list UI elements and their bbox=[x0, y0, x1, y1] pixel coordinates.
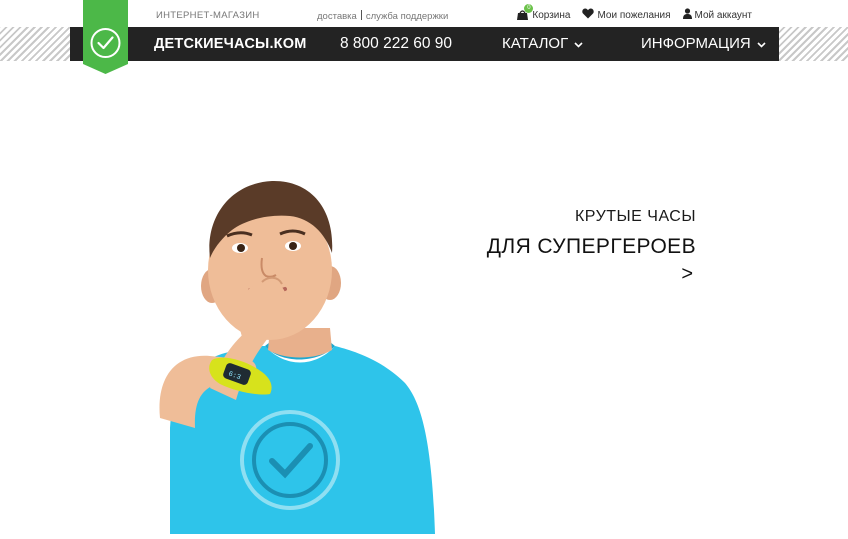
hero-title-line2: ДЛЯ СУПЕРГЕРОЕВ bbox=[486, 235, 696, 258]
catalog-label: КАТАЛОГ bbox=[502, 35, 569, 52]
top-links: доставка служба поддержки bbox=[317, 10, 448, 22]
shop-label: ИНТЕРНЕТ-МАГАЗИН bbox=[156, 10, 260, 21]
left-stripe-decoration bbox=[0, 27, 70, 61]
catalog-menu[interactable]: КАТАЛОГ bbox=[502, 35, 583, 52]
link-divider bbox=[360, 10, 362, 20]
cart-icon: 0 bbox=[516, 4, 534, 21]
right-stripe-decoration bbox=[779, 27, 848, 61]
account-label: Мой аккаунт bbox=[694, 9, 752, 21]
chevron-down-icon bbox=[574, 35, 583, 52]
wishlist-link[interactable]: Мои пожелания bbox=[582, 8, 671, 22]
wishlist-label: Мои пожелания bbox=[597, 9, 671, 21]
phone-number[interactable]: 8 800 222 60 90 bbox=[340, 35, 452, 53]
hero-child-image: 6:3 bbox=[150, 178, 440, 534]
info-label: ИНФОРМАЦИЯ bbox=[641, 35, 751, 52]
heart-icon bbox=[582, 8, 595, 22]
hero-title-line1: КРУТЫЕ ЧАСЫ bbox=[574, 208, 696, 225]
logo-badge[interactable] bbox=[83, 0, 128, 74]
cart-label: Корзина bbox=[532, 9, 571, 21]
chevron-down-icon bbox=[757, 35, 766, 52]
user-icon bbox=[682, 8, 692, 22]
info-menu[interactable]: ИНФОРМАЦИЯ bbox=[641, 35, 766, 52]
brand-name[interactable]: ДЕТСКИЕЧАСЫ.КОМ bbox=[154, 36, 306, 52]
hero-arrow-link[interactable]: > bbox=[681, 263, 693, 286]
support-link[interactable]: служба поддержки bbox=[366, 11, 448, 22]
cart-link[interactable]: 0 Корзина bbox=[516, 4, 571, 21]
user-nav: 0 Корзина Мои пожелания Мой аккаунт bbox=[516, 4, 752, 22]
account-link[interactable]: Мой аккаунт bbox=[682, 8, 752, 22]
delivery-link[interactable]: доставка bbox=[317, 11, 357, 22]
